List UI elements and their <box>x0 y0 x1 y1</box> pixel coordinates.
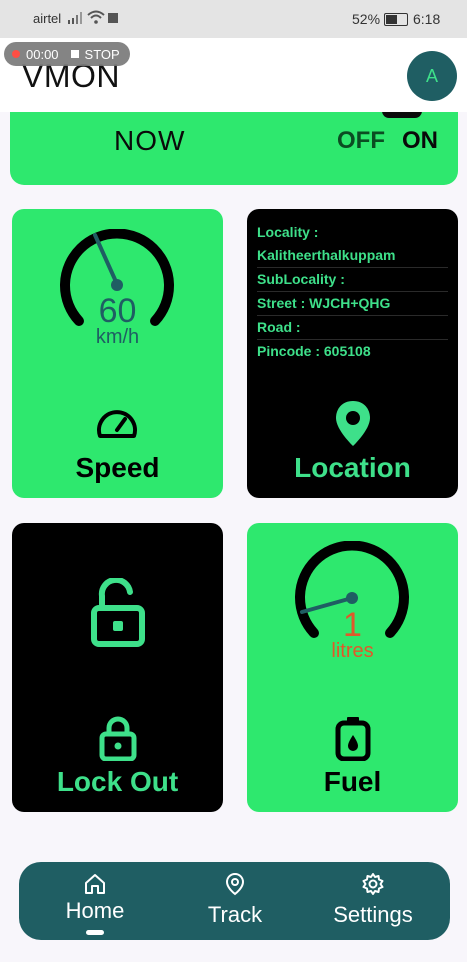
pincode-value: Pincode : 605108 <box>257 343 371 359</box>
nav-settings-label: Settings <box>333 902 413 927</box>
gear-icon <box>362 873 384 895</box>
location-card[interactable]: Locality : Kalitheerthalkuppam SubLocali… <box>247 209 458 498</box>
speed-unit: km/h <box>95 326 140 348</box>
locality-label: Locality : <box>257 224 319 240</box>
home-icon <box>85 874 105 894</box>
road-label: Road : <box>257 316 448 340</box>
nav-home-label: Home <box>65 898 125 923</box>
active-indicator <box>86 930 104 935</box>
stop-button[interactable]: STOP <box>85 47 120 62</box>
lock-out-card[interactable]: Lock Out <box>12 523 223 812</box>
location-title: Location <box>294 452 411 483</box>
street-value: Street : WJCH+QHG <box>257 292 448 316</box>
off-option[interactable]: OFF <box>337 127 385 155</box>
speed-card[interactable]: 60 km/h Speed <box>12 209 223 498</box>
status-bar: airtel 52% 6:18 <box>0 0 467 38</box>
locality-value: Kalitheerthalkuppam <box>257 244 448 268</box>
stop-icon <box>70 50 79 58</box>
now-label: NOW <box>114 125 186 156</box>
fuel-title: Fuel <box>323 766 382 797</box>
carrier-label: airtel <box>33 11 62 26</box>
location-icon <box>225 872 245 896</box>
fuel-can-icon <box>335 717 371 761</box>
nav-track-label: Track <box>207 902 263 927</box>
wifi-icon <box>87 10 105 24</box>
lock-out-title: Lock Out <box>56 766 179 797</box>
speedometer-icon <box>97 410 137 438</box>
on-option[interactable]: ON <box>402 127 438 155</box>
screen-recorder-pill[interactable]: 00:00 STOP <box>4 42 130 66</box>
lock-icon <box>99 716 137 761</box>
signal-icon <box>68 12 82 24</box>
location-details: Locality : Kalitheerthalkuppam SubLocali… <box>257 221 448 363</box>
unlock-icon <box>91 578 145 647</box>
nav-home[interactable]: Home <box>55 862 135 940</box>
nav-track[interactable]: Track <box>195 862 275 940</box>
avatar-initial: A <box>425 65 438 86</box>
toggle-switch[interactable] <box>382 112 422 118</box>
nav-settings[interactable]: Settings <box>325 862 421 940</box>
recording-timer: 00:00 <box>26 46 59 62</box>
battery-icon <box>384 13 408 26</box>
speed-title: Speed <box>75 452 160 483</box>
status-card: NOW OFF ON <box>10 112 458 185</box>
location-pin-icon <box>336 401 370 446</box>
fuel-unit: litres <box>331 640 374 662</box>
clock-time: 6:18 <box>413 11 441 27</box>
avatar[interactable]: A <box>407 51 457 101</box>
record-dot-icon <box>12 50 20 58</box>
bottom-navigation: Home Track Settings <box>19 862 450 940</box>
battery-percent: 52% <box>352 11 381 27</box>
fuel-card[interactable]: 1 litres Fuel <box>247 523 458 812</box>
notification-icon <box>108 13 118 23</box>
sublocality-label: SubLocality : <box>257 268 448 292</box>
